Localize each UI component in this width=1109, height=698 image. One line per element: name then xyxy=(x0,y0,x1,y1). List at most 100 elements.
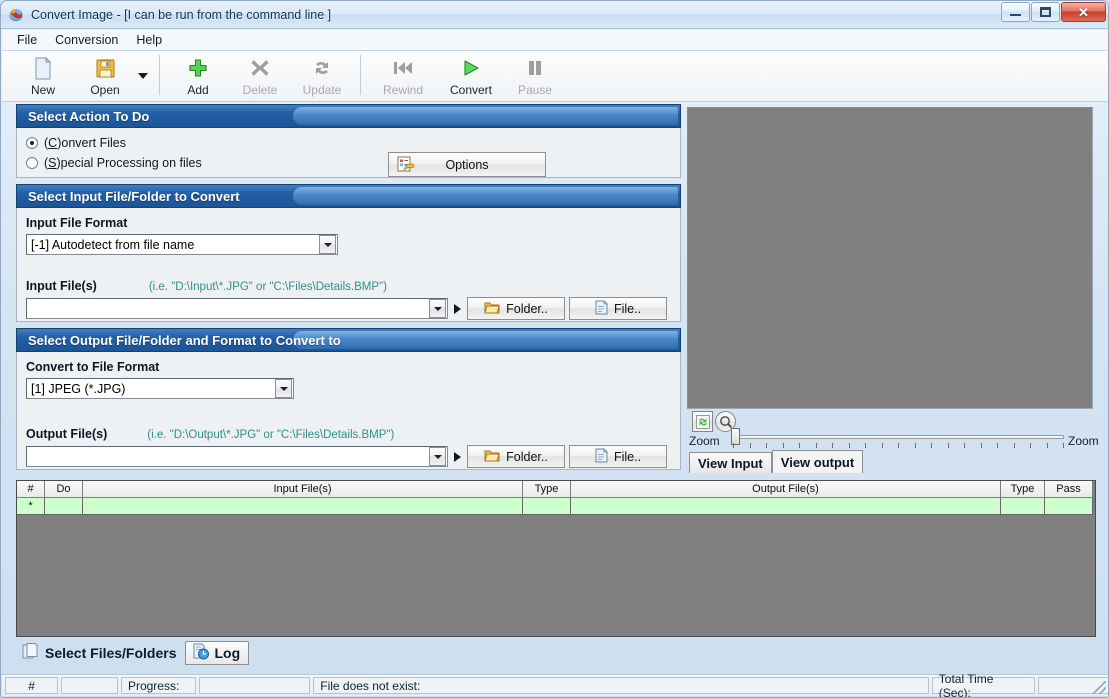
output-files-go-button[interactable] xyxy=(448,446,467,467)
input-format-combo[interactable]: [-1] Autodetect from file name xyxy=(26,234,338,255)
tab-view-output[interactable]: View output xyxy=(771,450,864,473)
output-format-combo[interactable]: [1] JPEG (*.JPG) xyxy=(26,378,294,399)
input-file-button[interactable]: File.. xyxy=(569,297,667,320)
toolbar-button-rewind: Rewind xyxy=(368,51,438,100)
header-highlight xyxy=(293,331,678,349)
resize-grip-icon[interactable] xyxy=(1093,681,1106,694)
toolbar-button-pause: Pause xyxy=(504,51,566,100)
table-row[interactable]: * xyxy=(17,498,1095,515)
input-files-go-button[interactable] xyxy=(448,298,467,319)
header-highlight xyxy=(293,187,678,205)
copy-pages-icon xyxy=(22,642,40,664)
files-grid[interactable]: # Do Input File(s) Type Output File(s) Type Pa… xyxy=(16,480,1096,637)
toolbar-label-convert: Convert xyxy=(449,83,493,97)
minimize-button[interactable] xyxy=(1001,2,1030,22)
grid-header-row: # Do Input File(s) Type Output File(s) Type Pa… xyxy=(17,481,1095,498)
grid-cell[interactable] xyxy=(45,498,83,515)
toolbar-separator-1 xyxy=(159,55,160,95)
grid-cell[interactable] xyxy=(1001,498,1045,515)
grid-cell[interactable] xyxy=(571,498,1001,515)
options-icon xyxy=(397,156,415,177)
output-panel: Select Output File/Folder and Format to … xyxy=(16,328,681,470)
toolbar-label-pause: Pause xyxy=(517,83,553,97)
grid-cell[interactable]: * xyxy=(17,498,45,515)
input-folder-button-label: Folder.. xyxy=(506,301,548,316)
zoom-slider-track[interactable] xyxy=(733,435,1064,439)
maximize-button[interactable] xyxy=(1031,2,1060,22)
output-panel-header: Select Output File/Folder and Format to … xyxy=(16,328,681,352)
log-clock-icon xyxy=(192,643,210,664)
chevron-down-icon[interactable] xyxy=(275,379,292,398)
rewind-icon xyxy=(392,56,414,80)
output-files-labelrow: Output File(s) (i.e. "D:\Output\*.JPG" o… xyxy=(26,427,671,441)
output-folder-button[interactable]: Folder.. xyxy=(467,445,565,468)
open-dropdown-arrow-icon[interactable] xyxy=(138,73,148,79)
grid-cell[interactable] xyxy=(1045,498,1093,515)
menu-item-help[interactable]: Help xyxy=(127,31,171,49)
tab-view-input[interactable]: View Input xyxy=(689,452,772,473)
options-button[interactable]: Options xyxy=(388,152,546,177)
chevron-down-icon[interactable] xyxy=(319,235,336,254)
toolbar: New Open Add Delete Update Rewind Conver… xyxy=(2,51,1108,102)
toolbar-button-new[interactable]: New xyxy=(12,51,74,100)
folder-icon xyxy=(484,300,500,317)
grid-column-header[interactable]: Output File(s) xyxy=(571,481,1001,498)
zoom-label-left: Zoom xyxy=(689,434,720,448)
output-panel-body: Convert to File Format [1] JPEG (*.JPG) … xyxy=(16,352,681,470)
radio-special-processing[interactable]: (S)pecial Processing on files xyxy=(26,154,671,172)
menu-item-file[interactable]: File xyxy=(8,31,46,49)
action-panel-header: Select Action To Do xyxy=(16,104,681,128)
grid-body[interactable]: * xyxy=(17,498,1095,515)
toolbar-label-rewind: Rewind xyxy=(382,83,424,97)
chevron-down-icon[interactable] xyxy=(429,299,446,318)
input-panel-body: Input File Format [-1] Autodetect from f… xyxy=(16,208,681,322)
grid-column-header[interactable]: Type xyxy=(1001,481,1045,498)
status-progress-value xyxy=(199,677,311,694)
radio-special-processing-label: (S)pecial Processing on files xyxy=(44,156,202,170)
toolbar-button-open[interactable]: Open xyxy=(74,51,136,100)
header-highlight xyxy=(293,107,678,125)
input-folder-button[interactable]: Folder.. xyxy=(467,297,565,320)
toolbar-button-convert[interactable]: Convert xyxy=(438,51,504,100)
input-panel: Select Input File/Folder to Convert Inpu… xyxy=(16,184,681,322)
status-progress-label: Progress: xyxy=(120,677,197,694)
grid-column-header[interactable]: Input File(s) xyxy=(83,481,523,498)
chevron-down-icon[interactable] xyxy=(429,447,446,466)
open-folder-icon xyxy=(95,56,116,80)
image-preview-area[interactable] xyxy=(687,107,1093,409)
left-column: Select Action To Do (C)onvert Files (S)p… xyxy=(16,104,681,476)
file-doc-icon xyxy=(595,447,608,466)
output-file-button[interactable]: File.. xyxy=(569,445,667,468)
new-page-icon xyxy=(33,56,53,80)
radio-convert-files[interactable]: (C)onvert Files xyxy=(26,134,671,152)
menu-item-conversion[interactable]: Conversion xyxy=(46,31,127,49)
tab-log[interactable]: Log xyxy=(184,641,250,665)
radio-convert-files-indicator xyxy=(26,137,38,149)
zoom-controls: Zoom Zoom xyxy=(687,409,1099,453)
tab-select-files-folders-label: Select Files/Folders xyxy=(45,645,177,661)
input-panel-header: Select Input File/Folder to Convert xyxy=(16,184,681,208)
grid-cell[interactable] xyxy=(523,498,571,515)
close-button[interactable]: ✕ xyxy=(1061,2,1106,22)
grid-cell[interactable] xyxy=(83,498,523,515)
grid-column-header[interactable]: Pass xyxy=(1045,481,1093,498)
toolbar-button-update: Update xyxy=(291,51,353,100)
output-format-label: Convert to File Format xyxy=(26,360,160,374)
output-files-field[interactable] xyxy=(26,446,448,467)
toolbar-label-update: Update xyxy=(302,83,342,97)
grid-column-header[interactable]: Type xyxy=(523,481,571,498)
tab-view-input-label: View Input xyxy=(698,455,763,471)
input-files-field[interactable] xyxy=(26,298,448,319)
grid-column-header[interactable]: # xyxy=(17,481,45,498)
output-files-row: Folder.. File.. xyxy=(26,445,671,468)
toolbar-button-add[interactable]: Add xyxy=(167,51,229,100)
grid-column-header[interactable]: Do xyxy=(45,481,83,498)
fit-refresh-icon[interactable] xyxy=(692,411,713,432)
tab-select-files-folders[interactable]: Select Files/Folders xyxy=(16,641,185,665)
toolbar-label-new: New xyxy=(30,83,55,97)
update-refresh-icon xyxy=(312,56,332,80)
pause-icon xyxy=(526,56,544,80)
input-file-button-label: File.. xyxy=(613,301,642,316)
menu-bar: File Conversion Help xyxy=(2,30,1108,51)
folder-icon xyxy=(484,448,500,465)
